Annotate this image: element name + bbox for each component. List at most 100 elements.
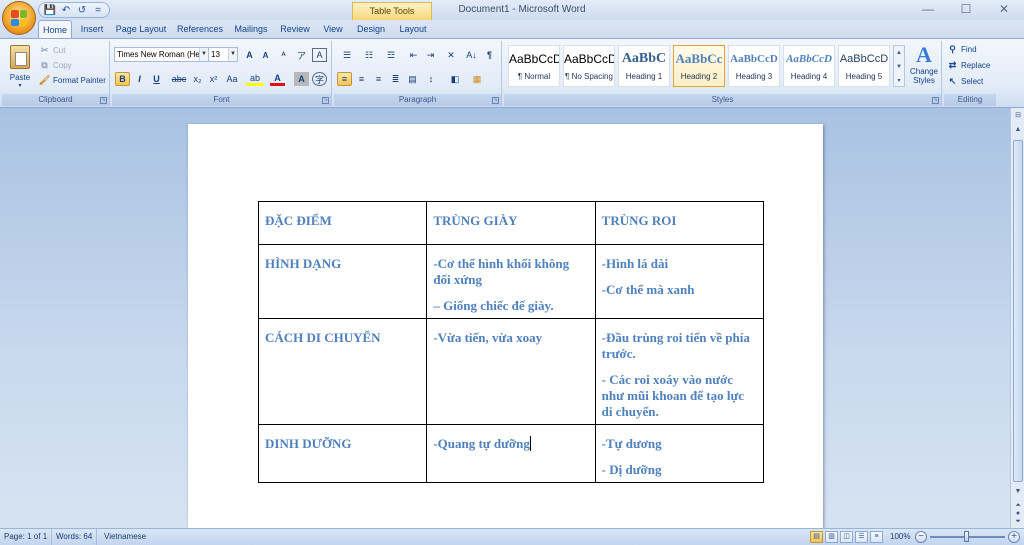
save-icon[interactable]: 💾: [43, 3, 57, 17]
justify-icon[interactable]: ≣: [388, 72, 403, 86]
maximize-button[interactable]: ☐: [948, 0, 984, 20]
font-size-combo[interactable]: 13 ▼: [208, 47, 238, 62]
chevron-down-icon[interactable]: ▼: [228, 48, 237, 61]
table-cell[interactable]: -Hình lá dài -Cơ thể mà xanh: [594, 244, 765, 319]
tab-layout[interactable]: Layout: [394, 20, 432, 38]
font-color-button[interactable]: A: [270, 72, 285, 86]
cut-button[interactable]: ✂ Cut: [38, 44, 66, 57]
print-layout-view-icon[interactable]: ▤: [810, 531, 823, 543]
undo-icon[interactable]: ↶: [59, 3, 73, 17]
chevron-down-icon[interactable]: ▼: [199, 48, 208, 61]
table-cell[interactable]: -Quang tự dưỡng: [426, 424, 596, 483]
table-cell[interactable]: TRÙNG ROI: [594, 201, 765, 245]
show-hide-marks-icon[interactable]: ¶: [482, 48, 497, 62]
document-page[interactable]: ĐẶC ĐIỂM TRÙNG GIÀY TRÙNG ROI HÌNH DẠNG -Cơ …: [188, 124, 823, 528]
character-border-icon[interactable]: A: [312, 48, 327, 62]
tab-insert[interactable]: Insert: [76, 20, 108, 38]
strikethrough-button[interactable]: abc: [170, 72, 188, 86]
table-cell[interactable]: CÁCH DI CHUYỂN: [257, 318, 428, 425]
styles-gallery-scroll[interactable]: ▲ ▼ ▾: [893, 45, 905, 87]
style-heading-2[interactable]: AaBbCc Heading 2: [673, 45, 725, 87]
grow-font-icon[interactable]: A: [242, 48, 257, 62]
paragraph-launcher-icon[interactable]: ↘: [492, 97, 499, 104]
table-cell[interactable]: -Tự dương - Dị dưỡng: [594, 424, 765, 483]
table-cell[interactable]: ĐẶC ĐIỂM: [257, 201, 428, 245]
document-table[interactable]: ĐẶC ĐIỂM TRÙNG GIÀY TRÙNG ROI HÌNH DẠNG -Cơ …: [257, 201, 765, 483]
tab-view[interactable]: View: [318, 20, 348, 38]
select-button[interactable]: ↖ Select: [946, 75, 984, 88]
numbering-icon[interactable]: ☷: [360, 48, 378, 62]
tab-design[interactable]: Design: [352, 20, 390, 38]
language-indicator[interactable]: Vietnamese: [100, 529, 150, 545]
word-count[interactable]: Words: 64: [52, 529, 98, 545]
increase-indent-icon[interactable]: ⇥: [423, 48, 438, 62]
align-right-icon[interactable]: ≡: [371, 72, 386, 86]
decrease-indent-icon[interactable]: ⇤: [406, 48, 421, 62]
full-screen-reading-view-icon[interactable]: ▥: [825, 531, 838, 543]
tab-references[interactable]: References: [174, 20, 226, 38]
multilevel-list-icon[interactable]: ☲: [382, 48, 400, 62]
clipboard-launcher-icon[interactable]: ↘: [100, 97, 107, 104]
zoom-slider-thumb[interactable]: [964, 531, 969, 542]
change-case-button[interactable]: Aa: [223, 72, 241, 86]
zoom-level[interactable]: 100%: [886, 529, 914, 545]
table-cell[interactable]: -Đầu trùng roi tiến về phía trước. - Các …: [594, 318, 765, 425]
style-heading-3[interactable]: AaBbCcD Heading 3: [728, 45, 780, 87]
paste-button[interactable]: Paste ▾: [6, 43, 34, 89]
tab-mailings[interactable]: Mailings: [230, 20, 272, 38]
character-shading-button[interactable]: A: [294, 72, 309, 86]
table-cell[interactable]: DINH DƯỠNG: [257, 424, 428, 483]
styles-launcher-icon[interactable]: ↘: [932, 97, 939, 104]
bullets-icon[interactable]: ☰: [338, 48, 356, 62]
clear-formatting-icon[interactable]: ᴬ: [276, 48, 291, 62]
table-cell[interactable]: TRÙNG GIÀY: [426, 201, 596, 245]
zoom-out-icon[interactable]: −: [915, 531, 927, 543]
web-layout-view-icon[interactable]: ◫: [840, 531, 853, 543]
font-name-combo[interactable]: Times New Roman (He ▼: [114, 47, 209, 62]
tab-page-layout[interactable]: Page Layout: [112, 20, 170, 38]
style-heading-4[interactable]: AaBbCcD Heading 4: [783, 45, 835, 87]
borders-icon[interactable]: ▦: [468, 72, 486, 86]
customize-qat-icon[interactable]: =: [91, 3, 105, 17]
enclose-characters-button[interactable]: 字: [312, 72, 327, 86]
phonetic-guide-icon[interactable]: ア: [294, 48, 309, 62]
format-painter-button[interactable]: 🖌 Format Painter: [38, 74, 106, 87]
next-page-icon[interactable]: ⏷: [1012, 516, 1024, 528]
change-styles-button[interactable]: A Change Styles: [908, 43, 940, 91]
style-heading-5[interactable]: AaBbCcD Heading 5: [838, 45, 890, 87]
line-spacing-icon[interactable]: ↕: [422, 72, 440, 86]
style-normal[interactable]: AaBbCcD ¶ Normal: [508, 45, 560, 87]
outline-view-icon[interactable]: ☰: [855, 531, 868, 543]
ruler-toggle-icon[interactable]: ⊟: [1012, 110, 1024, 122]
font-launcher-icon[interactable]: ↘: [322, 97, 329, 104]
close-button[interactable]: ✕: [986, 0, 1022, 20]
tab-review[interactable]: Review: [276, 20, 314, 38]
scroll-up-icon[interactable]: ▲: [1012, 124, 1024, 136]
align-left-icon[interactable]: ≡: [337, 72, 352, 86]
minimize-button[interactable]: —: [910, 0, 946, 20]
table-cell[interactable]: HÌNH DẠNG: [257, 244, 428, 319]
redo-icon[interactable]: ↺: [75, 3, 89, 17]
shrink-font-icon[interactable]: A: [258, 48, 273, 62]
italic-button[interactable]: I: [132, 72, 147, 86]
bold-button[interactable]: B: [115, 72, 130, 86]
subscript-button[interactable]: x₂: [190, 72, 205, 86]
superscript-button[interactable]: x²: [206, 72, 221, 86]
copy-button[interactable]: ⧉ Copy: [38, 59, 71, 72]
replace-button[interactable]: ⇄ Replace: [946, 59, 991, 72]
draft-view-icon[interactable]: ≡: [870, 531, 883, 543]
office-button[interactable]: [2, 1, 36, 35]
table-cell[interactable]: -Vừa tiến, vừa xoay: [426, 318, 596, 425]
tab-home[interactable]: Home: [38, 20, 72, 38]
distributed-icon[interactable]: ▤: [405, 72, 420, 86]
align-center-icon[interactable]: ≡: [354, 72, 369, 86]
find-button[interactable]: ⚲ Find: [946, 43, 976, 56]
underline-button[interactable]: U: [149, 72, 164, 86]
scroll-down-icon[interactable]: ▼: [1012, 486, 1024, 498]
page-count[interactable]: Page: 1 of 1: [0, 529, 53, 545]
table-cell[interactable]: -Cơ thể hình khối không đối xứng – Giống…: [426, 244, 596, 319]
style-no-spacing[interactable]: AaBbCcD ¶ No Spacing: [563, 45, 615, 87]
vertical-scrollbar[interactable]: ⊟ ▲ ▼ ⏶ ● ⏷: [1010, 108, 1024, 528]
sort-icon[interactable]: A↓: [464, 48, 479, 62]
shading-icon[interactable]: ◧: [446, 72, 464, 86]
